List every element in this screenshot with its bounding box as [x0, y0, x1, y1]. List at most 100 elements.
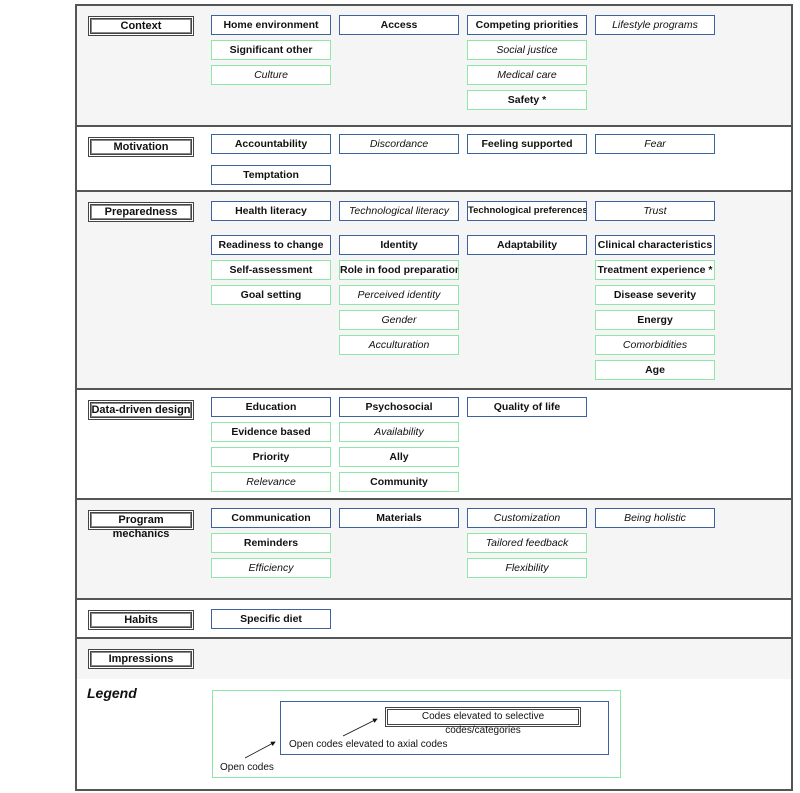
open-code: Community	[339, 472, 459, 492]
open-code: Tailored feedback	[467, 533, 587, 553]
axial-code: Competing priorities	[467, 15, 587, 35]
code-row: Readiness to change Self-assessment Goal s…	[211, 235, 715, 380]
code-row: Temptation	[211, 165, 331, 185]
axial-code: Quality of life	[467, 397, 587, 417]
code-column: Adaptability	[467, 235, 587, 380]
open-code: Age	[595, 360, 715, 380]
axial-code: Materials	[339, 508, 459, 528]
open-code: Flexibility	[467, 558, 587, 578]
code-column: Psychosocial Availability Ally Community	[339, 397, 459, 492]
category-label: Context	[88, 16, 194, 36]
axial-code: Education	[211, 397, 331, 417]
code-column: Quality of life	[467, 397, 587, 492]
open-code: Perceived identity	[339, 285, 459, 305]
code-column: Access	[339, 15, 459, 110]
axial-code: Specific diet	[211, 609, 331, 629]
open-code: Evidence based	[211, 422, 331, 442]
code-hierarchy-diagram: Context Home environment Significant other…	[75, 4, 793, 791]
axial-code: Clinical characteristics	[595, 235, 715, 255]
code-row: Specific diet	[211, 609, 331, 629]
code-row: Communication Reminders Efficiency Material…	[211, 508, 715, 578]
axial-code: Technological literacy	[339, 201, 459, 221]
open-code: Role in food preparation	[339, 260, 459, 280]
code-column: Clinical characteristics Treatment experi…	[595, 235, 715, 380]
axial-code: Lifestyle programs	[595, 15, 715, 35]
open-code: Culture	[211, 65, 331, 85]
code-column: Accountability	[211, 134, 331, 154]
category-label: Data-driven design	[88, 400, 194, 420]
axial-code: Accountability	[211, 134, 331, 154]
open-code: Comorbidities	[595, 335, 715, 355]
section-program-mechanics: Program mechanics Communication Reminders E…	[77, 500, 791, 600]
code-column: Readiness to change Self-assessment Goal s…	[211, 235, 331, 380]
open-code: Self-assessment	[211, 260, 331, 280]
open-code: Relevance	[211, 472, 331, 492]
axial-code: Identity	[339, 235, 459, 255]
open-code: Ally	[339, 447, 459, 467]
open-code: Disease severity	[595, 285, 715, 305]
category-label: Impressions	[88, 649, 194, 669]
code-column: Technological literacy	[339, 201, 459, 221]
code-column: Fear	[595, 134, 715, 154]
section-habits: Habits Specific diet	[77, 600, 791, 639]
arrow-open-to-axial	[244, 741, 276, 759]
axial-code: Fear	[595, 134, 715, 154]
open-code: Safety *	[467, 90, 587, 110]
open-code: Acculturation	[339, 335, 459, 355]
open-code: Energy	[595, 310, 715, 330]
code-column: Temptation	[211, 165, 331, 185]
code-row: Home environment Significant other Culture…	[211, 15, 715, 110]
code-column: Customization Tailored feedback Flexibilit…	[467, 508, 587, 578]
legend-section: Legend Codes elevated to selective codes…	[77, 679, 791, 789]
section-preparedness: Preparedness Health literacy Technological…	[77, 192, 791, 390]
section-motivation: Motivation Accountability Discordance Feeli…	[77, 127, 791, 192]
code-column: Specific diet	[211, 609, 331, 629]
section-impressions: Impressions	[77, 639, 791, 679]
open-code: Availability	[339, 422, 459, 442]
open-code: Goal setting	[211, 285, 331, 305]
code-column: Communication Reminders Efficiency	[211, 508, 331, 578]
section-data-driven-design: Data-driven design Education Evidence base…	[77, 390, 791, 500]
axial-code: Health literacy	[211, 201, 331, 221]
axial-code: Readiness to change	[211, 235, 331, 255]
code-column: Materials	[339, 508, 459, 578]
axial-code: Feeling supported	[467, 134, 587, 154]
axial-code: Communication	[211, 508, 331, 528]
axial-code: Being holistic	[595, 508, 715, 528]
category-label: Habits	[88, 610, 194, 630]
category-label: Preparedness	[88, 202, 194, 222]
axial-code: Home environment	[211, 15, 331, 35]
code-column: Technological preferences	[467, 201, 587, 221]
code-row: Accountability Discordance Feeling support…	[211, 134, 715, 154]
open-code: Treatment experience *	[595, 260, 715, 280]
code-column: Discordance	[339, 134, 459, 154]
axial-code: Trust	[595, 201, 715, 221]
code-column: Identity Role in food preparation Perceive…	[339, 235, 459, 380]
code-column: Being holistic	[595, 508, 715, 578]
open-code: Gender	[339, 310, 459, 330]
axial-code: Technological preferences	[467, 201, 587, 221]
code-column: Feeling supported	[467, 134, 587, 154]
code-column: Education Evidence based Priority Relevance	[211, 397, 331, 492]
axial-code: Adaptability	[467, 235, 587, 255]
axial-code: Customization	[467, 508, 587, 528]
open-code: Priority	[211, 447, 331, 467]
axial-code: Discordance	[339, 134, 459, 154]
open-code: Social justice	[467, 40, 587, 60]
code-row: Education Evidence based Priority Relevance…	[211, 397, 587, 492]
open-code: Significant other	[211, 40, 331, 60]
axial-code: Psychosocial	[339, 397, 459, 417]
code-column: Home environment Significant other Culture	[211, 15, 331, 110]
code-column: Health literacy	[211, 201, 331, 221]
category-label: Program mechanics	[88, 510, 194, 540]
axial-code: Temptation	[211, 165, 331, 185]
category-label: Motivation	[88, 137, 194, 157]
code-row: Health literacy Technological literacy Tec…	[211, 201, 715, 221]
open-code: Medical care	[467, 65, 587, 85]
code-column: Trust	[595, 201, 715, 221]
section-context: Context Home environment Significant other…	[77, 6, 791, 127]
axial-code: Access	[339, 15, 459, 35]
open-code: Efficiency	[211, 558, 331, 578]
code-column: Lifestyle programs	[595, 15, 715, 110]
open-code: Reminders	[211, 533, 331, 553]
